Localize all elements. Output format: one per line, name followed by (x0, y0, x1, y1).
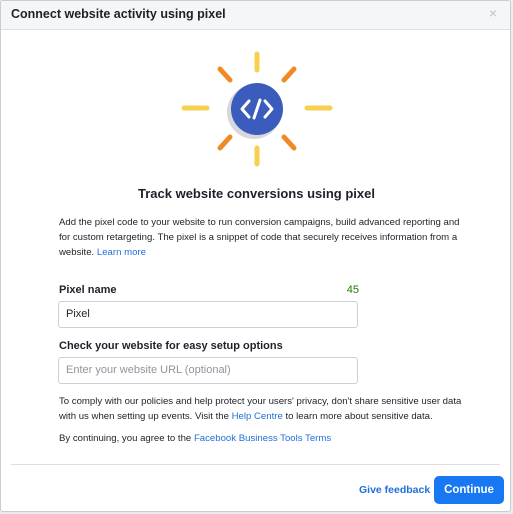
headline: Track website conversions using pixel (138, 186, 375, 201)
terms-link[interactable]: Facebook Business Tools Terms (194, 433, 331, 444)
char-counter: 45 (346, 284, 359, 296)
pixel-name-label: Pixel name (59, 284, 117, 296)
dialog-header: Connect website activity using pixel × (1, 1, 510, 30)
continue-button[interactable]: Continue (434, 476, 504, 504)
pixel-illustration (181, 51, 333, 167)
pixel-dialog: Connect website activity using pixel × T… (0, 0, 511, 512)
dialog-title: Connect website activity using pixel (11, 7, 226, 21)
pixel-name-input[interactable]: Pixel (58, 301, 358, 328)
ray-bottom-right (281, 134, 297, 151)
give-feedback-link[interactable]: Give feedback (359, 484, 430, 496)
close-icon[interactable]: × (486, 6, 500, 20)
policy-text-end: to learn more about sensitive data. (282, 411, 433, 422)
learn-more-link[interactable]: Learn more (97, 247, 146, 258)
description: Add the pixel code to your website to ru… (59, 215, 469, 260)
footer-divider (11, 464, 500, 465)
ray-top-left (217, 66, 233, 83)
policy-note: To comply with our policies and help pro… (59, 394, 471, 424)
help-centre-link[interactable]: Help Centre (232, 411, 283, 422)
website-url-input[interactable]: Enter your website URL (optional) (58, 357, 358, 384)
terms-note: By continuing, you agree to the Facebook… (59, 431, 471, 446)
ray-bottom-left (217, 134, 233, 151)
terms-text: By continuing, you agree to the (59, 433, 194, 444)
ray-top-right (281, 66, 297, 83)
website-label: Check your website for easy setup option… (59, 340, 283, 352)
